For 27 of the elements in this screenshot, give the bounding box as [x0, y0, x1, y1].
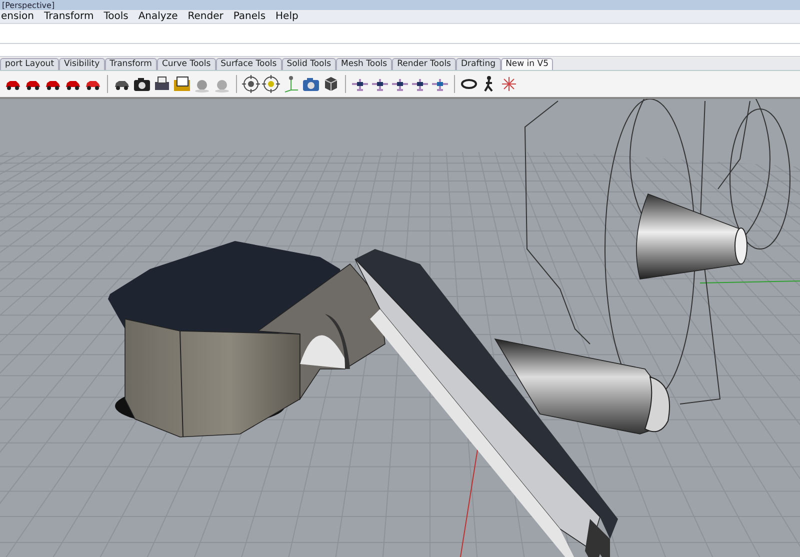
toolbar-tab[interactable]: Curve Tools	[156, 58, 216, 70]
menu-item[interactable]: Tools	[104, 11, 128, 22]
folder-icon[interactable]	[173, 75, 191, 93]
toolbar-tab[interactable]: New in V5	[500, 58, 554, 70]
axis-icon[interactable]	[282, 75, 300, 93]
toolbar-tab[interactable]: Surface Tools	[216, 58, 282, 70]
printer-icon[interactable]	[153, 75, 171, 93]
toolbar-tab[interactable]: Visibility	[59, 58, 105, 70]
target-icon[interactable]	[262, 75, 280, 93]
menu-item[interactable]: Transform	[44, 11, 94, 22]
toolbar-tab[interactable]: Solid Tools	[282, 58, 336, 70]
toolbar-tab[interactable]: port Layout	[0, 58, 60, 70]
menu-item[interactable]: Help	[276, 11, 298, 22]
menu-item[interactable]: Analyze	[138, 11, 178, 22]
sun-icon[interactable]	[500, 75, 518, 93]
toolbar-tab[interactable]: Drafting	[456, 58, 501, 70]
toolbar-tab[interactable]: Transform	[104, 58, 157, 70]
command-input[interactable]	[0, 44, 800, 57]
menu-item[interactable]: ension	[1, 11, 34, 22]
window-title: [Perspective]	[1, 0, 55, 10]
target-icon[interactable]	[242, 75, 260, 93]
menu-item[interactable]: Panels	[233, 11, 266, 22]
camera-icon[interactable]	[133, 75, 151, 93]
toolbar-tab[interactable]: Mesh Tools	[336, 58, 392, 70]
toolbar-tab[interactable]: Render Tools	[392, 58, 456, 70]
menu-item[interactable]: Render	[188, 11, 224, 22]
cube-icon[interactable]	[322, 75, 340, 93]
